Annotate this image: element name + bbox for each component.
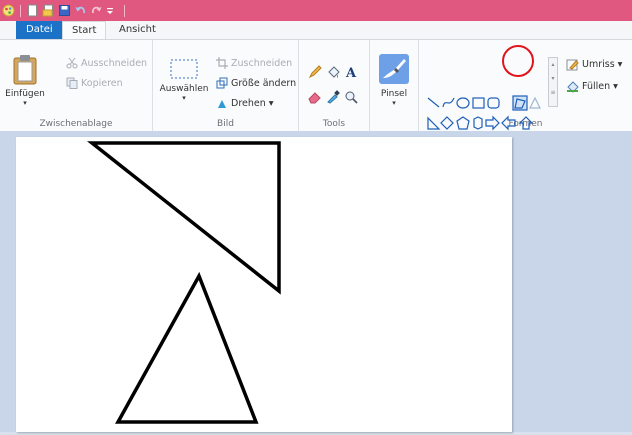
paste-icon bbox=[13, 55, 37, 85]
save-icon[interactable] bbox=[58, 4, 71, 17]
gallery-more-icon[interactable]: ≡ bbox=[549, 86, 557, 100]
arrow-right-shape-icon[interactable] bbox=[485, 115, 500, 131]
rotate-icon bbox=[218, 100, 226, 108]
resize-button[interactable]: Größe ändern bbox=[216, 77, 296, 89]
qat-separator-2 bbox=[124, 4, 125, 17]
crop-icon bbox=[216, 57, 228, 69]
open-icon[interactable] bbox=[42, 4, 55, 17]
arrow-left-shape-icon[interactable] bbox=[501, 115, 516, 131]
tab-file[interactable]: Datei bbox=[16, 21, 63, 39]
drawing-canvas[interactable] bbox=[16, 137, 512, 432]
eraser-icon[interactable] bbox=[308, 90, 326, 107]
line-shape-icon[interactable] bbox=[427, 97, 440, 108]
drawn-right-triangle[interactable] bbox=[86, 141, 281, 295]
image-group-label: Bild bbox=[217, 119, 234, 129]
group-brush: Pinsel ▾ bbox=[370, 40, 419, 131]
group-image: Auswählen ▾ Zuschneiden Größe ändern Dre… bbox=[153, 40, 299, 131]
scroll-down-icon[interactable]: ▾ bbox=[549, 72, 557, 86]
customize-icon[interactable] bbox=[106, 4, 119, 17]
hexagon-shape-icon[interactable] bbox=[473, 116, 483, 130]
select-button[interactable]: Auswählen ▾ bbox=[157, 57, 211, 102]
rotate-label: Drehen ▾ bbox=[231, 97, 274, 109]
qat-separator bbox=[20, 4, 21, 17]
brush-label: Pinsel bbox=[380, 89, 408, 99]
highlight-circle bbox=[502, 45, 534, 77]
magnifier-icon[interactable] bbox=[344, 90, 362, 107]
copy-button[interactable]: Kopieren bbox=[66, 77, 123, 89]
canvas-drawing bbox=[86, 141, 281, 424]
fill-button[interactable]: Füllen ▾ bbox=[566, 80, 618, 93]
title-bar bbox=[0, 0, 632, 21]
ribbon-tabs: Datei Start Ansicht bbox=[0, 21, 632, 40]
text-icon[interactable]: A bbox=[344, 65, 362, 82]
outline-pencil-icon bbox=[566, 59, 579, 71]
scroll-up-icon[interactable]: ▴ bbox=[549, 58, 557, 72]
ribbon: Einfügen ▾ Ausschneiden Kopieren Zwische… bbox=[0, 39, 632, 151]
outline-label: Umriss ▾ bbox=[582, 59, 623, 70]
triangle-shape-icon-faded[interactable] bbox=[529, 96, 541, 109]
selection-rectangle-icon bbox=[170, 59, 198, 79]
copy-label: Kopieren bbox=[81, 77, 123, 89]
group-tools: A Tools bbox=[299, 40, 370, 131]
paste-button[interactable]: Einfügen ▾ bbox=[3, 54, 47, 107]
color-picker-icon[interactable] bbox=[326, 90, 344, 107]
paste-dropdown-arrow[interactable]: ▾ bbox=[3, 99, 47, 107]
app-icon[interactable] bbox=[2, 4, 15, 17]
drawn-isosceles-triangle[interactable] bbox=[115, 271, 259, 424]
select-label: Auswählen bbox=[159, 84, 209, 94]
clipboard-group-label: Zwischenablage bbox=[39, 119, 113, 129]
scissors-icon bbox=[66, 57, 78, 69]
crop-label: Zuschneiden bbox=[231, 57, 293, 69]
polygon-shape-icon[interactable] bbox=[512, 95, 528, 111]
rounded-rectangle-shape-icon[interactable] bbox=[487, 97, 500, 109]
tools-grid: A bbox=[308, 65, 362, 107]
crop-button[interactable]: Zuschneiden bbox=[216, 57, 292, 69]
shape-gallery-scroll[interactable]: ▴ ▾ ≡ bbox=[548, 57, 558, 107]
select-dropdown-arrow[interactable]: ▾ bbox=[157, 94, 211, 102]
rotate-button[interactable]: Drehen ▾ bbox=[216, 97, 274, 109]
redo-icon[interactable] bbox=[90, 4, 103, 17]
oval-shape-icon[interactable] bbox=[456, 97, 470, 109]
quick-access-toolbar bbox=[0, 2, 127, 19]
cut-label: Ausschneiden bbox=[81, 57, 148, 69]
tab-view[interactable]: Ansicht bbox=[110, 21, 165, 39]
brush-button[interactable]: Pinsel ▾ bbox=[374, 52, 414, 107]
right-triangle-shape-icon[interactable] bbox=[427, 116, 441, 130]
pencil-icon[interactable] bbox=[308, 65, 326, 82]
arrow-up-shape-icon[interactable] bbox=[518, 116, 534, 130]
svg-text:A: A bbox=[345, 66, 357, 79]
brush-dropdown-arrow[interactable]: ▾ bbox=[374, 99, 414, 107]
paste-label: Einfügen bbox=[5, 89, 45, 99]
resize-label: Größe ändern bbox=[231, 77, 297, 89]
rectangle-shape-icon[interactable] bbox=[472, 97, 485, 109]
cut-button[interactable]: Ausschneiden bbox=[66, 57, 147, 69]
pentagon-shape-icon[interactable] bbox=[456, 116, 470, 130]
brush-icon bbox=[379, 54, 409, 84]
fill-bucket-icon-2 bbox=[567, 81, 579, 93]
fill-label: Füllen ▾ bbox=[582, 81, 618, 92]
tools-group-label: Tools bbox=[322, 119, 346, 129]
tab-start[interactable]: Start bbox=[62, 21, 107, 40]
undo-icon[interactable] bbox=[74, 4, 87, 17]
curve-shape-icon[interactable] bbox=[442, 97, 455, 108]
new-icon[interactable] bbox=[26, 4, 39, 17]
fill-bucket-icon[interactable] bbox=[326, 65, 344, 82]
group-clipboard: Einfügen ▾ Ausschneiden Kopieren Zwische… bbox=[0, 40, 153, 131]
copy-icon bbox=[66, 77, 78, 89]
outline-button[interactable]: Umriss ▾ bbox=[566, 58, 622, 71]
diamond-shape-icon[interactable] bbox=[440, 116, 454, 130]
resize-icon bbox=[216, 77, 228, 89]
